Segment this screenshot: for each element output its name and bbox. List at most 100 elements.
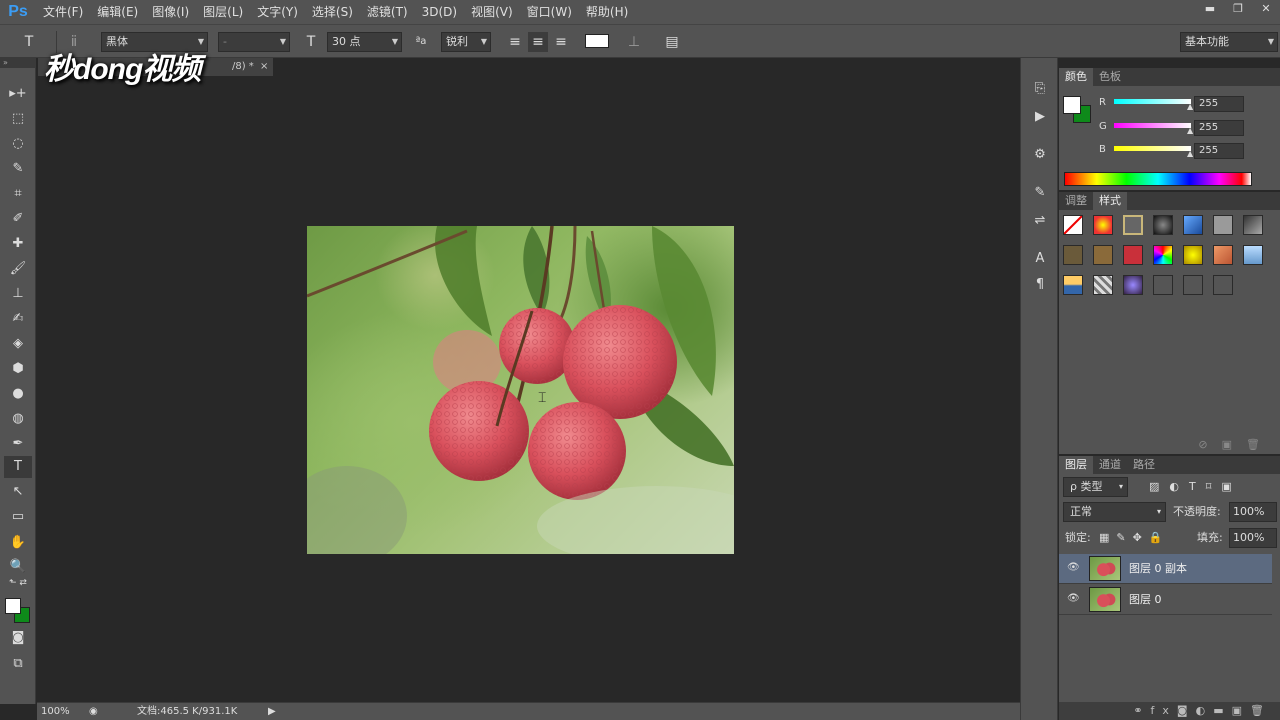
menu-window[interactable]: 窗口(W) bbox=[520, 0, 579, 24]
align-right-icon[interactable]: ≡ bbox=[551, 32, 571, 52]
fill-input[interactable]: 100% bbox=[1229, 528, 1277, 548]
style-swatch[interactable] bbox=[1213, 215, 1233, 235]
style-swatch[interactable] bbox=[1153, 215, 1173, 235]
paint-bucket-tool-icon[interactable]: ⬢ bbox=[4, 358, 32, 380]
menu-edit[interactable]: 编辑(E) bbox=[90, 0, 145, 24]
style-swatch[interactable] bbox=[1213, 245, 1233, 265]
adjustment-layer-icon[interactable]: ◐ bbox=[1196, 704, 1214, 717]
move-tool-icon[interactable]: ▸+ bbox=[4, 83, 32, 105]
brush-presets-icon[interactable]: ⇌ bbox=[1027, 210, 1053, 232]
tab-swatches[interactable]: 色板 bbox=[1093, 68, 1127, 86]
color-spectrum[interactable] bbox=[1064, 172, 1252, 186]
hand-tool-icon[interactable]: ✋ bbox=[4, 532, 32, 554]
brush-tool-icon[interactable]: 🖌 bbox=[4, 258, 32, 280]
style-swatch[interactable] bbox=[1063, 275, 1083, 295]
style-swatch[interactable] bbox=[1213, 275, 1233, 295]
clone-stamp-tool-icon[interactable]: ⊥ bbox=[4, 283, 32, 305]
marquee-tool-icon[interactable]: ⬚ bbox=[4, 108, 32, 130]
lasso-tool-icon[interactable]: ◌ bbox=[4, 133, 32, 155]
menu-file[interactable]: 文件(F) bbox=[36, 0, 90, 24]
menu-type[interactable]: 文字(Y) bbox=[250, 0, 305, 24]
red-value-input[interactable]: 255 bbox=[1194, 96, 1244, 112]
style-swatch[interactable] bbox=[1123, 275, 1143, 295]
style-swatch[interactable] bbox=[1183, 275, 1203, 295]
align-center-icon[interactable]: ≡ bbox=[528, 32, 548, 52]
brush-panel-icon[interactable]: ✎ bbox=[1027, 182, 1053, 204]
layer-filter-icons[interactable]: ▨◐T⌑▣ bbox=[1149, 477, 1242, 497]
font-size-select[interactable]: 30 点 ▼ bbox=[327, 32, 402, 52]
zoom-level[interactable]: 100% bbox=[41, 703, 70, 720]
tab-channels[interactable]: 通道 bbox=[1093, 456, 1127, 474]
character-panel-icon[interactable]: ▤ bbox=[662, 32, 682, 52]
link-layers-icon[interactable]: ⚭ bbox=[1133, 704, 1150, 717]
visibility-eye-icon[interactable]: 👁 bbox=[1067, 562, 1080, 573]
align-left-icon[interactable]: ≡ bbox=[505, 32, 525, 52]
screen-mode-icon[interactable]: ⧉ bbox=[4, 653, 32, 675]
new-style-icon[interactable]: ▣ bbox=[1222, 438, 1232, 451]
delete-layer-icon[interactable]: 🗑 bbox=[1250, 704, 1272, 717]
green-slider[interactable] bbox=[1114, 123, 1191, 128]
history-brush-tool-icon[interactable]: ✍ bbox=[4, 308, 32, 330]
new-layer-icon[interactable]: ▣ bbox=[1232, 704, 1250, 717]
blur-tool-icon[interactable]: ● bbox=[4, 383, 32, 405]
type-tool-icon[interactable]: T bbox=[4, 456, 32, 478]
character-panel-icon[interactable]: A bbox=[1027, 248, 1053, 270]
antialias-select[interactable]: 锐利 ▼ bbox=[441, 32, 491, 52]
font-style-select[interactable]: - ▼ bbox=[218, 32, 290, 52]
lychee-photo[interactable] bbox=[307, 226, 734, 554]
style-swatch[interactable] bbox=[1123, 215, 1143, 235]
history-panel-icon[interactable]: ⎘ bbox=[1027, 78, 1053, 100]
visibility-eye-icon[interactable]: 👁 bbox=[1067, 593, 1080, 604]
style-swatch[interactable] bbox=[1183, 215, 1203, 235]
properties-panel-icon[interactable]: ⚙ bbox=[1027, 144, 1053, 166]
restore-button[interactable]: ❐ bbox=[1224, 0, 1252, 18]
close-document-icon[interactable]: × bbox=[260, 58, 268, 76]
tab-layers[interactable]: 图层 bbox=[1059, 456, 1093, 474]
zoom-tool-icon[interactable]: 🔍 bbox=[4, 556, 32, 578]
quick-select-tool-icon[interactable]: ✎ bbox=[4, 158, 32, 180]
healing-brush-tool-icon[interactable]: ✚ bbox=[4, 233, 32, 255]
new-group-icon[interactable]: ▬ bbox=[1213, 704, 1231, 717]
style-swatch[interactable] bbox=[1063, 245, 1083, 265]
layer-filter-select[interactable]: ρ 类型 ▾ bbox=[1063, 477, 1128, 497]
tab-color[interactable]: 颜色 bbox=[1059, 68, 1093, 86]
style-swatch[interactable] bbox=[1243, 245, 1263, 265]
pen-tool-icon[interactable]: ✒ bbox=[4, 433, 32, 455]
paragraph-panel-icon[interactable]: ¶ bbox=[1027, 274, 1053, 296]
style-swatch[interactable] bbox=[1123, 245, 1143, 265]
foreground-color-swatch[interactable] bbox=[5, 598, 21, 614]
layer-row[interactable]: 👁 图层 0 副本 bbox=[1059, 554, 1272, 584]
blue-slider[interactable] bbox=[1114, 146, 1191, 151]
layer-row[interactable]: 👁 图层 0 bbox=[1059, 585, 1272, 615]
style-swatch[interactable] bbox=[1093, 245, 1113, 265]
path-selection-tool-icon[interactable]: ↖ bbox=[4, 481, 32, 503]
style-swatch[interactable] bbox=[1243, 215, 1263, 235]
quick-mask-icon[interactable]: ◙ bbox=[4, 627, 32, 649]
style-swatch[interactable] bbox=[1063, 215, 1083, 235]
style-swatch[interactable] bbox=[1093, 215, 1113, 235]
menu-filter[interactable]: 滤镜(T) bbox=[360, 0, 415, 24]
style-swatch[interactable] bbox=[1153, 245, 1173, 265]
tab-styles[interactable]: 样式 bbox=[1093, 192, 1127, 210]
add-mask-icon[interactable]: ◙ bbox=[1177, 704, 1196, 717]
delete-style-icon[interactable]: 🗑 bbox=[1246, 438, 1260, 451]
opacity-input[interactable]: 100% bbox=[1229, 502, 1277, 522]
style-swatch[interactable] bbox=[1183, 245, 1203, 265]
actions-panel-icon[interactable]: ▶ bbox=[1027, 106, 1053, 128]
tab-adjustments[interactable]: 调整 bbox=[1059, 192, 1093, 210]
status-menu-arrow-icon[interactable]: ▶ bbox=[268, 703, 276, 720]
blend-mode-select[interactable]: 正常 ▾ bbox=[1063, 502, 1166, 522]
style-swatch[interactable] bbox=[1093, 275, 1113, 295]
crop-tool-icon[interactable]: ⌗ bbox=[4, 183, 32, 205]
menu-layer[interactable]: 图层(L) bbox=[196, 0, 250, 24]
panel-foreground-swatch[interactable] bbox=[1063, 96, 1081, 114]
menu-image[interactable]: 图像(I) bbox=[145, 0, 196, 24]
swap-colors-icon[interactable]: ⬑ ⇄ bbox=[4, 576, 32, 590]
menu-view[interactable]: 视图(V) bbox=[464, 0, 520, 24]
minimize-button[interactable]: ▬ bbox=[1196, 0, 1224, 18]
text-color-swatch[interactable] bbox=[585, 34, 609, 48]
warp-text-icon[interactable]: ⊥ bbox=[624, 32, 644, 52]
workspace-select[interactable]: 基本功能 ▼ bbox=[1180, 32, 1278, 52]
dodge-tool-icon[interactable]: ◍ bbox=[4, 408, 32, 430]
red-slider[interactable] bbox=[1114, 99, 1191, 104]
